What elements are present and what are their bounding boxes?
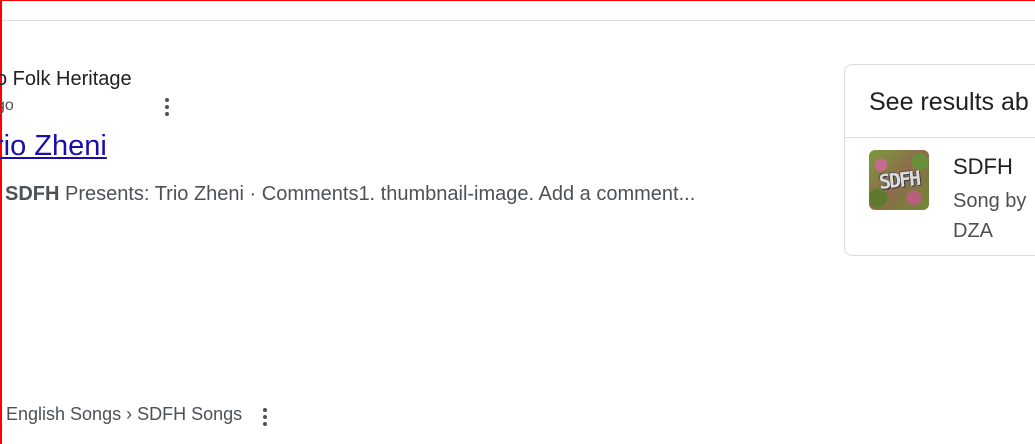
panel-divider	[845, 137, 1035, 138]
song-card[interactable]: SDFH SDFH Song by DZA	[869, 150, 1035, 250]
result-title-link[interactable]: rio Zheni	[0, 130, 107, 163]
song-thumbnail[interactable]: SDFH	[869, 150, 929, 210]
knowledge-panel: See results ab SDFH SDFH Song by DZA	[844, 64, 1035, 256]
result-snippet: SDFH Presents: Trio Zheni · Comments1. t…	[5, 183, 695, 206]
snippet-text: Presents: Trio Zheni · Comments1. thumbn…	[59, 183, 696, 205]
panel-heading: See results ab	[869, 88, 1029, 116]
header-divider	[2, 20, 1035, 21]
more-options-icon[interactable]	[158, 96, 176, 120]
result-breadcrumb[interactable]: English Songs › SDFH Songs	[6, 404, 242, 425]
result-time-ago: go	[0, 97, 14, 114]
window-frame-top	[0, 0, 1035, 1]
song-subtitle: Song by DZA	[953, 190, 1027, 242]
result-site-name[interactable]: o Folk Heritage	[0, 68, 132, 91]
more-options-icon[interactable]	[256, 406, 274, 430]
song-title[interactable]: SDFH	[953, 154, 1013, 180]
window-frame-left	[0, 0, 2, 444]
thumbnail-logo-text: SDFH	[877, 165, 921, 195]
snippet-bold: SDFH	[5, 183, 60, 205]
